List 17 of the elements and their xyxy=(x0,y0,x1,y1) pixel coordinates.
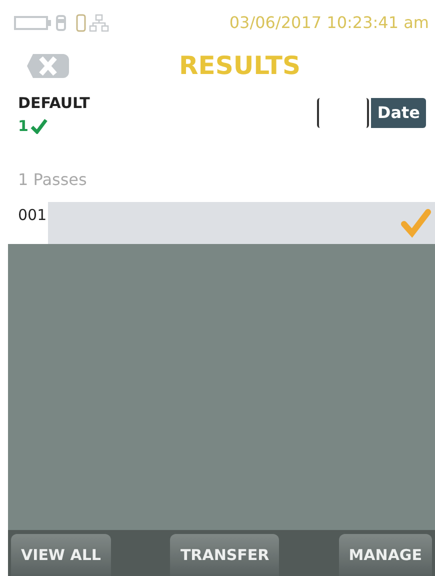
action-button[interactable]: VIEW ALL xyxy=(11,534,111,576)
screen-title: RESULTS xyxy=(179,50,300,82)
row-id: 001 xyxy=(17,205,48,226)
check-icon xyxy=(30,118,48,134)
summary-text: 1 Passes xyxy=(18,169,87,191)
pass-count: 1 xyxy=(18,116,28,136)
date-time: 03/06/2017 10:23:41 am xyxy=(229,12,429,34)
action-button[interactable]: TRANSFER xyxy=(170,534,280,576)
network-icon xyxy=(89,14,109,32)
close-icon xyxy=(25,52,71,80)
device-icon xyxy=(56,15,66,31)
phone-icon xyxy=(76,14,86,32)
sort-button[interactable]: Date xyxy=(371,98,426,128)
group-name: DEFAULT xyxy=(18,93,90,114)
sort-field[interactable] xyxy=(317,98,370,128)
action-button[interactable]: MANAGE xyxy=(338,534,432,576)
battery-icon xyxy=(14,16,52,30)
